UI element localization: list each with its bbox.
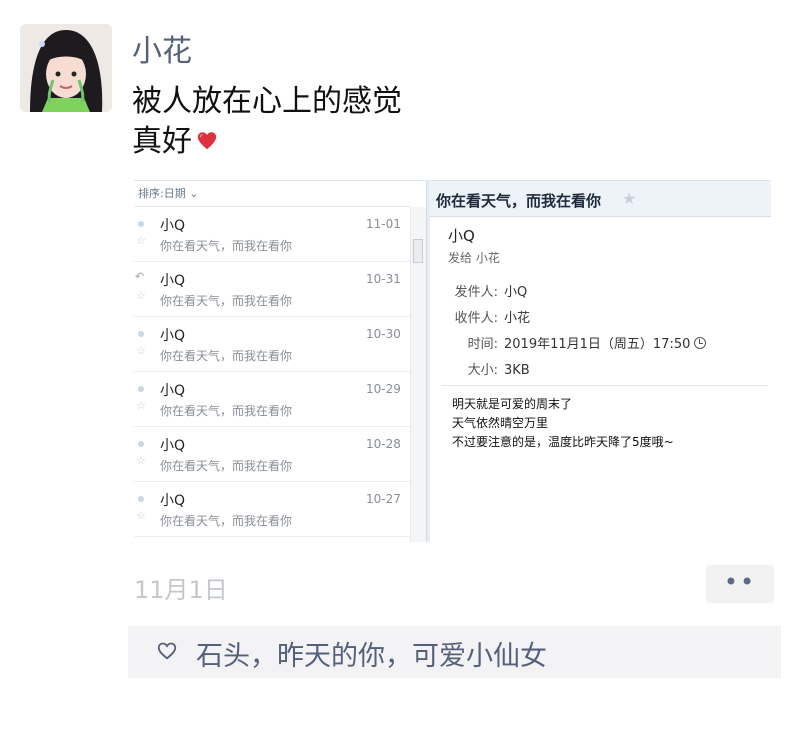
reading-pane: 你在看天气，而我在看你 ★ 小Q 发给 小花 发件人: 小Q 收件人: 小花 时间:… (430, 181, 771, 542)
mail-date: 11-01 (366, 217, 401, 231)
more-options-button[interactable]: •• (706, 565, 774, 603)
mail-date: 10-31 (366, 272, 401, 286)
mail-list-item[interactable]: ☆ 小Q 你在看天气，而我在看你 11-01 (134, 207, 410, 262)
likes-names[interactable]: 石头，昨天的你，可爱小仙女 (196, 634, 547, 673)
unread-dot-icon (138, 496, 144, 502)
unread-dot-icon (138, 221, 144, 227)
meta-size-label: 大小: (467, 363, 498, 378)
mail-body-line: 明天就是可爱的周末了 (452, 397, 573, 411)
mail-body-line: 天气依然晴空万里 (452, 416, 549, 430)
meta-to-value[interactable]: 小花 (504, 311, 530, 326)
mail-sender: 小Q (160, 493, 186, 509)
mail-preview: 你在看天气，而我在看你 (160, 294, 293, 308)
scrollbar-thumb[interactable] (413, 239, 423, 263)
mail-list-item[interactable]: ☆ 小Q 你在看天气，而我在看你 10-27 (134, 482, 410, 537)
email-screenshot-image[interactable]: 排序:日期 ⌄ ☆ 小Q 你在看天气，而我在看你 11-01 ↶ ☆ 小Q 你在… (134, 180, 771, 542)
mail-list-item[interactable]: ☆ 小Q 你在看天气，而我在看你 10-28 (134, 427, 410, 482)
author-name[interactable]: 小花 (132, 26, 192, 70)
mail-preview: 你在看天气，而我在看你 (160, 459, 293, 473)
mail-preview: 你在看天气，而我在看你 (160, 404, 293, 418)
mail-subject: 你在看天气，而我在看你 (436, 192, 602, 210)
mail-preview: 你在看天气，而我在看你 (160, 239, 293, 253)
meta-time-label: 时间: (467, 337, 498, 352)
mail-list-pane: 排序:日期 ⌄ ☆ 小Q 你在看天气，而我在看你 11-01 ↶ ☆ 小Q 你在… (134, 181, 410, 542)
reply-icon: ↶ (135, 270, 145, 283)
post-text-line-1: 被人放在心上的感觉 (132, 84, 402, 119)
star-icon[interactable]: ☆ (136, 289, 146, 302)
mail-date: 10-28 (366, 437, 401, 451)
post-text: 被人放在心上的感觉 真好 (132, 82, 402, 163)
star-icon[interactable]: ☆ (136, 509, 146, 522)
meta-size-value: 3KB (504, 363, 530, 378)
meta-to-row: 收件人: 小花 (444, 307, 530, 326)
heart-outline-icon (156, 640, 178, 662)
mail-preview: 你在看天气，而我在看你 (160, 514, 293, 528)
mail-list-item[interactable]: ☆ 小Q 你在看天气，而我在看你 10-30 (134, 317, 410, 372)
post-date: 11月1日 (134, 576, 228, 604)
mail-sender: 小Q (160, 218, 186, 234)
unread-dot-icon (138, 441, 144, 447)
meta-from-label: 发件人: (454, 285, 498, 300)
mail-date: 10-29 (366, 382, 401, 396)
open-mail-sender[interactable]: 小Q (448, 225, 475, 246)
clock-icon (694, 337, 707, 349)
star-icon[interactable]: ☆ (136, 344, 146, 357)
meta-time-value: 2019年11月1日（周五）17:50 (504, 337, 691, 352)
mail-sender: 小Q (160, 328, 186, 344)
star-icon[interactable]: ☆ (136, 234, 146, 247)
mail-sender: 小Q (160, 383, 186, 399)
star-icon[interactable]: ☆ (136, 454, 146, 467)
reading-pane-header: 你在看天气，而我在看你 ★ (430, 181, 771, 217)
post-text-line-2: 真好 (132, 124, 192, 159)
mail-sender: 小Q (160, 438, 186, 454)
sort-dropdown[interactable]: 排序:日期 ⌄ (134, 181, 410, 207)
meta-from-row: 发件人: 小Q (444, 281, 528, 300)
mail-preview: 你在看天气，而我在看你 (160, 349, 293, 363)
divider (442, 385, 768, 386)
meta-size-row: 大小: 3KB (444, 359, 530, 378)
mail-body-line: 不过要注意的是，温度比昨天降了5度哦~ (452, 435, 674, 449)
meta-from-value[interactable]: 小Q (504, 285, 527, 300)
avatar-image (20, 24, 112, 112)
star-icon[interactable]: ★ (622, 189, 636, 208)
meta-to-label: 收件人: (454, 311, 498, 326)
meta-time-row: 时间: 2019年11月1日（周五）17:50 (444, 333, 707, 352)
mail-list-item[interactable]: ↶ ☆ 小Q 你在看天气，而我在看你 10-31 (134, 262, 410, 317)
mail-list-item[interactable]: ☆ 小Q 你在看天气，而我在看你 10-29 (134, 372, 410, 427)
mail-date: 10-27 (366, 492, 401, 506)
open-mail-recipient-line: 发给 小花 (448, 251, 500, 265)
unread-dot-icon (138, 331, 144, 337)
star-icon[interactable]: ☆ (136, 399, 146, 412)
mail-sender: 小Q (160, 273, 186, 289)
heart-emoji-icon (196, 123, 218, 163)
mail-date: 10-30 (366, 327, 401, 341)
avatar[interactable] (20, 24, 112, 112)
likes-bar: 石头，昨天的你，可爱小仙女 (128, 626, 781, 678)
unread-dot-icon (138, 386, 144, 392)
